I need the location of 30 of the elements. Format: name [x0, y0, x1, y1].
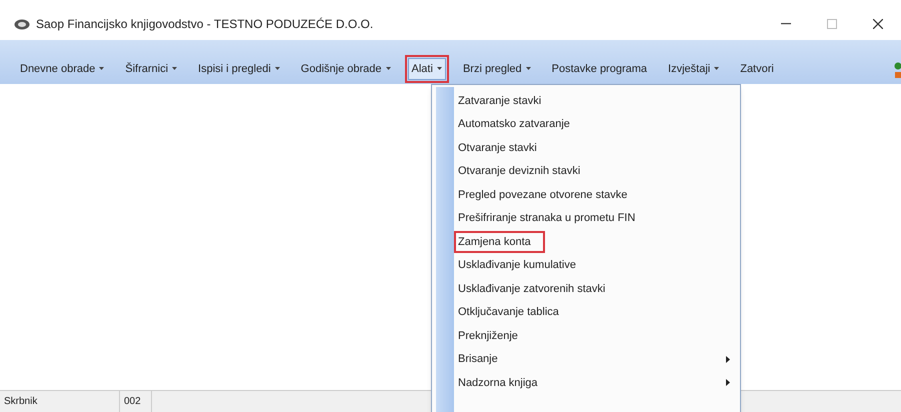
toolbar-icon	[892, 62, 901, 78]
menu-item[interactable]: Ispisi i pregledi	[194, 58, 284, 80]
menu-option[interactable]: Zatvaranje stavki	[456, 92, 544, 110]
menu-item[interactable]: Šifrarnici	[121, 58, 182, 80]
menu-item[interactable]: Godišnje obrade	[296, 58, 395, 80]
menu-option[interactable]: Pregled povezane otvorene stavke	[456, 186, 630, 204]
maximize-icon	[827, 19, 837, 29]
menu-option[interactable]: Zamjena konta	[456, 232, 543, 251]
window-title: Saop Financijsko knjigovodstvo - TESTNO PODUZEĆE D.O.O.	[36, 16, 374, 33]
app-logo-icon	[14, 18, 30, 30]
minimize-icon	[781, 23, 791, 25]
menu-option[interactable]: Preknjiženje	[456, 326, 520, 345]
menu-item[interactable]: Dnevne obrade	[16, 58, 108, 80]
menu-item[interactable]: Brzi pregled	[458, 58, 535, 80]
menu-item[interactable]: Zatvori	[736, 58, 778, 80]
menu-option[interactable]: Brisanje	[456, 350, 500, 368]
menu-option[interactable]: Otključavanje tablica	[456, 303, 561, 322]
menu-item[interactable]: Alati	[408, 58, 446, 80]
status-text: 002	[120, 391, 152, 412]
menu-option[interactable]: Otvaranje stavki	[456, 138, 539, 157]
menu-item[interactable]: Postavke programa	[548, 58, 652, 80]
menu-item[interactable]: Izvještaji	[664, 58, 724, 80]
menu-option[interactable]: Automatsko zatvaranje	[456, 115, 572, 134]
menu-option[interactable]: Usklađivanje zatvorenih stavki	[456, 280, 608, 298]
menu-option[interactable]: Nadzorna knjiga	[456, 374, 540, 392]
status-text: Skrbnik	[0, 391, 120, 412]
close-icon	[873, 19, 883, 29]
menu-option[interactable]: Otvaranje deviznih stavki	[456, 162, 582, 180]
menu-option[interactable]: Usklađivanje kumulative	[456, 256, 578, 274]
menu-option[interactable]: Prešifriranje stranaka u prometu FIN	[456, 209, 638, 228]
